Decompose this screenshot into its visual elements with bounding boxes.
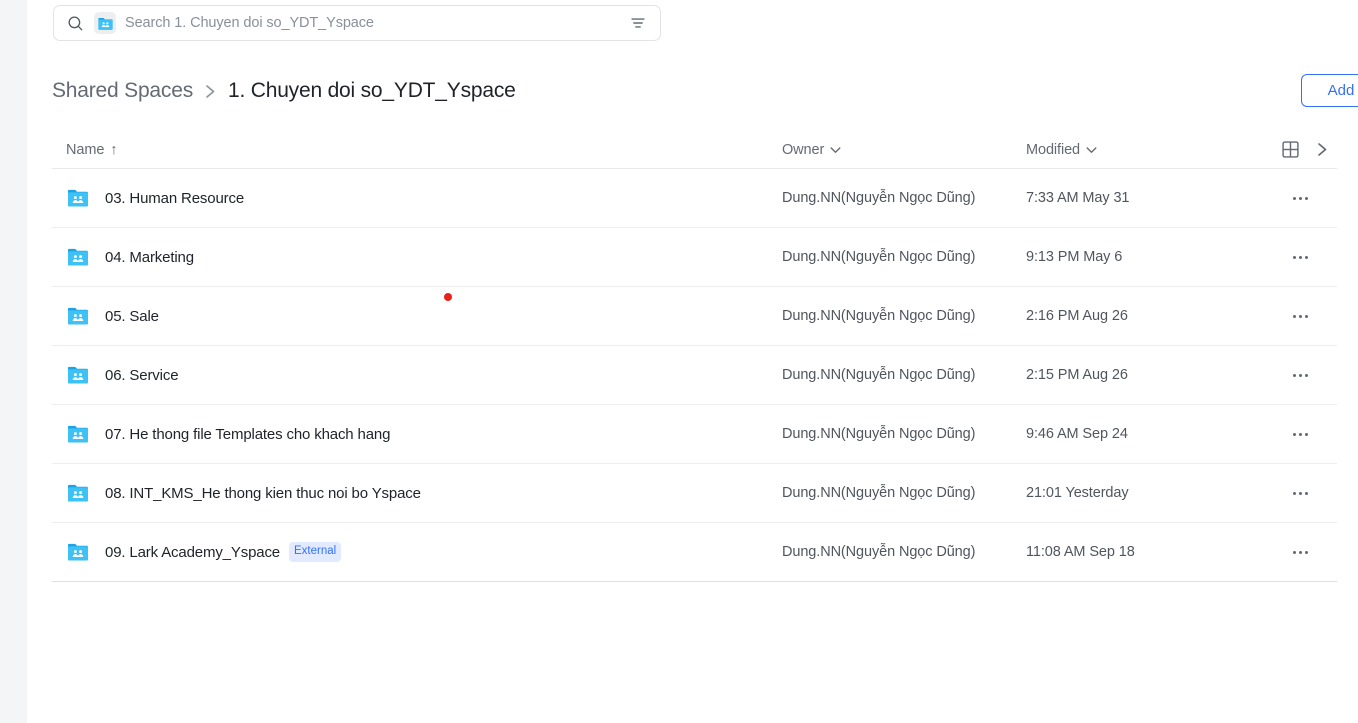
more-options-icon[interactable] — [1287, 539, 1313, 565]
file-name-label[interactable]: 04. Marketing — [105, 249, 194, 266]
table-row[interactable]: 07. He thong file Templates cho khach ha… — [52, 405, 1337, 464]
table-header-row: Name ↑ Owner Modified — [52, 131, 1337, 169]
breadcrumb-item-current[interactable]: 1. Chuyen doi so_YDT_Yspace — [228, 79, 516, 103]
column-header-name[interactable]: Name ↑ — [66, 142, 782, 158]
file-name-label[interactable]: 07. He thong file Templates cho khach ha… — [105, 426, 390, 443]
left-gutter-rail — [0, 0, 27, 723]
shared-folder-icon — [68, 248, 88, 266]
more-options-icon[interactable] — [1287, 421, 1313, 447]
owner-label: Dung.NN(Nguyễn Ngọc Dũng) — [782, 485, 976, 501]
modified-label: 9:46 AM Sep 24 — [1026, 426, 1128, 442]
file-name-label[interactable]: 08. INT_KMS_He thong kien thuc noi bo Ys… — [105, 485, 421, 502]
file-name-label[interactable]: 03. Human Resource — [105, 190, 244, 207]
cursor-marker — [444, 293, 452, 301]
owner-label: Dung.NN(Nguyễn Ngọc Dũng) — [782, 367, 976, 383]
owner-label: Dung.NN(Nguyễn Ngọc Dũng) — [782, 308, 976, 324]
modified-label: 21:01 Yesterday — [1026, 485, 1129, 501]
file-name-label[interactable]: 09. Lark Academy_Yspace — [105, 544, 280, 561]
shared-folder-icon — [68, 543, 88, 561]
search-input-placeholder[interactable]: Search 1. Chuyen doi so_YDT_Yspace — [125, 15, 629, 31]
breadcrumb: Shared Spaces 1. Chuyen doi so_YDT_Yspac… — [52, 74, 516, 108]
owner-label: Dung.NN(Nguyễn Ngọc Dũng) — [782, 249, 976, 265]
search-icon — [68, 15, 83, 30]
more-options-icon[interactable] — [1287, 362, 1313, 388]
owner-label: Dung.NN(Nguyễn Ngọc Dũng) — [782, 544, 976, 560]
grid-view-icon[interactable] — [1281, 140, 1300, 159]
column-header-name-label: Name — [66, 141, 105, 158]
file-browser-page: Search 1. Chuyen doi so_YDT_Yspace Share… — [0, 0, 1358, 723]
chevron-down-icon — [1086, 146, 1097, 154]
column-header-owner[interactable]: Owner — [782, 142, 1026, 158]
modified-label: 2:15 PM Aug 26 — [1026, 367, 1128, 383]
table-row[interactable]: 08. INT_KMS_He thong kien thuc noi bo Ys… — [52, 464, 1337, 523]
filter-icon[interactable] — [629, 14, 647, 32]
more-options-icon[interactable] — [1287, 244, 1313, 270]
search-scope-chip[interactable] — [94, 12, 116, 34]
modified-label: 9:13 PM May 6 — [1026, 249, 1123, 265]
file-list-table: Name ↑ Owner Modified 03. Human Resource… — [52, 131, 1337, 582]
column-header-modified[interactable]: Modified — [1026, 142, 1264, 158]
shared-folder-icon — [68, 425, 88, 443]
chevron-down-icon — [830, 146, 841, 154]
shared-folder-icon — [97, 17, 113, 30]
shared-folder-icon — [68, 484, 88, 502]
modified-label: 11:08 AM Sep 18 — [1026, 544, 1135, 560]
table-row[interactable]: 03. Human Resource Dung.NN(Nguyễn Ngọc D… — [52, 169, 1337, 228]
table-row[interactable]: 06. Service Dung.NN(Nguyễn Ngọc Dũng) 2:… — [52, 346, 1337, 405]
external-badge: External — [289, 542, 342, 562]
table-row[interactable]: 09. Lark Academy_Yspace External Dung.NN… — [52, 523, 1337, 582]
modified-label: 2:16 PM Aug 26 — [1026, 308, 1128, 324]
table-row[interactable]: 05. Sale Dung.NN(Nguyễn Ngọc Dũng) 2:16 … — [52, 287, 1337, 346]
more-options-icon[interactable] — [1287, 303, 1313, 329]
expand-panel-icon[interactable] — [1314, 140, 1331, 159]
file-name-label[interactable]: 05. Sale — [105, 308, 159, 325]
column-header-owner-label: Owner — [782, 141, 825, 158]
owner-label: Dung.NN(Nguyễn Ngọc Dũng) — [782, 190, 976, 206]
shared-folder-icon — [68, 307, 88, 325]
modified-label: 7:33 AM May 31 — [1026, 190, 1130, 206]
file-name-label[interactable]: 06. Service — [105, 367, 179, 384]
more-options-icon[interactable] — [1287, 185, 1313, 211]
chevron-right-icon — [203, 82, 218, 101]
sort-ascending-icon: ↑ — [110, 141, 118, 158]
table-row[interactable]: 04. Marketing Dung.NN(Nguyễn Ngọc Dũng) … — [52, 228, 1337, 287]
column-header-modified-label: Modified — [1026, 141, 1081, 158]
table-body: 03. Human Resource Dung.NN(Nguyễn Ngọc D… — [52, 169, 1337, 582]
shared-folder-icon — [68, 366, 88, 384]
shared-folder-icon — [68, 189, 88, 207]
search-bar[interactable]: Search 1. Chuyen doi so_YDT_Yspace — [53, 5, 661, 41]
owner-label: Dung.NN(Nguyễn Ngọc Dũng) — [782, 426, 976, 442]
more-options-icon[interactable] — [1287, 480, 1313, 506]
breadcrumb-item-shared-spaces[interactable]: Shared Spaces — [52, 79, 193, 103]
add-button[interactable]: Add — [1301, 74, 1358, 107]
